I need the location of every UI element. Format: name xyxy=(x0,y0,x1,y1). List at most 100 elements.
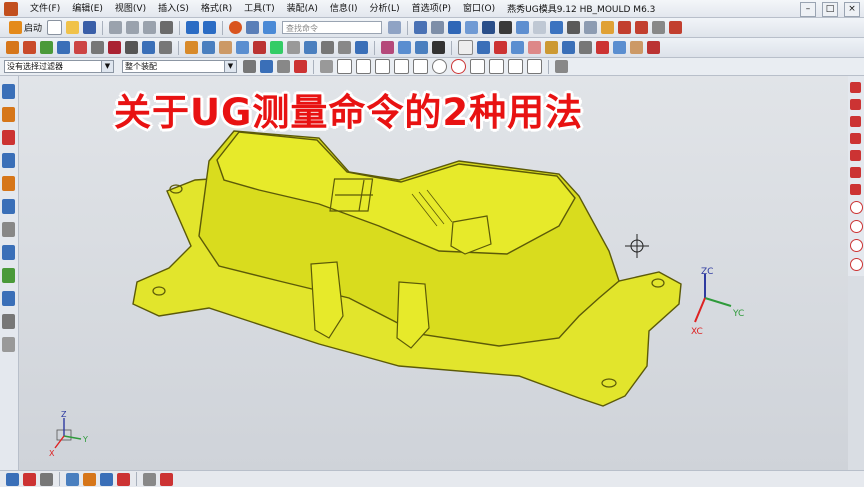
edge-display-icon[interactable] xyxy=(584,21,598,34)
menu-insert[interactable]: 插入(S) xyxy=(152,0,195,18)
snap-icon[interactable] xyxy=(243,60,256,73)
polyline-icon[interactable] xyxy=(850,99,861,110)
menu-window[interactable]: 窗口(O) xyxy=(457,0,501,18)
midpoint-snap-icon[interactable] xyxy=(375,59,390,74)
profile-icon[interactable] xyxy=(850,116,861,127)
menu-information[interactable]: 信息(I) xyxy=(324,0,364,18)
extract-icon[interactable] xyxy=(415,41,428,54)
trim-icon[interactable] xyxy=(304,41,317,54)
view-fit-icon[interactable] xyxy=(414,21,428,34)
command-finder-icon[interactable] xyxy=(246,21,260,34)
part-navigator-icon[interactable] xyxy=(2,153,15,168)
status-icon-9[interactable] xyxy=(160,472,173,486)
filter-settings-icon[interactable] xyxy=(555,60,568,73)
deselect-icon[interactable] xyxy=(277,60,290,73)
box-icon[interactable] xyxy=(477,41,490,54)
blank-sheet-icon[interactable] xyxy=(458,40,473,55)
system-scenes-icon[interactable] xyxy=(2,337,15,352)
assembly-navigator-icon[interactable] xyxy=(2,107,15,122)
grid-snap-icon[interactable] xyxy=(337,59,352,74)
quadrant-snap-icon[interactable] xyxy=(451,59,466,74)
menu-file[interactable]: 文件(F) xyxy=(24,0,66,18)
start-button[interactable]: 启动 xyxy=(4,20,45,36)
layer-icon[interactable] xyxy=(533,21,547,34)
arc-icon[interactable] xyxy=(850,133,861,144)
copy-icon[interactable] xyxy=(126,21,140,34)
menu-tools[interactable]: 工具(T) xyxy=(238,0,281,18)
status-icon-8[interactable] xyxy=(143,472,156,486)
revolve-icon[interactable] xyxy=(528,41,541,54)
arc-tool-icon[interactable] xyxy=(635,21,649,34)
point-icon[interactable] xyxy=(850,258,863,271)
point-on-curve-snap-icon[interactable] xyxy=(470,59,485,74)
point-on-face-snap-icon[interactable] xyxy=(489,59,504,74)
workpiece-icon[interactable] xyxy=(74,41,87,54)
close-icon[interactable]: × xyxy=(844,2,860,17)
family-mold-icon[interactable] xyxy=(108,41,121,54)
control-point-snap-icon[interactable] xyxy=(394,59,409,74)
repeat-command-icon[interactable] xyxy=(229,21,243,34)
chevron-down-icon[interactable]: ▼ xyxy=(224,61,236,72)
maximize-icon[interactable]: □ xyxy=(822,2,838,17)
cooling-icon[interactable] xyxy=(270,41,283,54)
view-pan-icon[interactable] xyxy=(465,21,479,34)
show-hide-icon[interactable] xyxy=(432,41,445,54)
section-view-icon[interactable] xyxy=(550,21,564,34)
status-icon-3[interactable] xyxy=(40,472,53,486)
slider-icon[interactable] xyxy=(202,41,215,54)
status-icon-4[interactable] xyxy=(66,472,79,486)
menu-format[interactable]: 格式(R) xyxy=(195,0,238,18)
curve-tool-icon[interactable] xyxy=(652,21,666,34)
new-file-icon[interactable] xyxy=(47,20,63,35)
constraint-navigator-icon[interactable] xyxy=(2,130,15,145)
line-icon[interactable] xyxy=(850,82,861,93)
rectangle-icon[interactable] xyxy=(850,167,861,178)
system-materials-icon[interactable] xyxy=(2,268,15,283)
drawing-icon[interactable] xyxy=(355,41,368,54)
ellipse-icon[interactable] xyxy=(850,220,863,233)
open-folder-icon[interactable] xyxy=(66,21,80,34)
status-icon-6[interactable] xyxy=(100,472,113,486)
lasso-icon[interactable] xyxy=(294,60,307,73)
menu-edit[interactable]: 编辑(E) xyxy=(66,0,109,18)
pocket-icon[interactable] xyxy=(321,41,334,54)
view-rotate-icon[interactable] xyxy=(448,21,462,34)
search-icon[interactable] xyxy=(388,21,402,34)
project-init-icon[interactable] xyxy=(23,41,36,54)
paste-icon[interactable] xyxy=(143,21,157,34)
menu-analysis[interactable]: 分析(L) xyxy=(364,0,406,18)
selection-tool-icon[interactable] xyxy=(567,21,581,34)
layout-icon[interactable] xyxy=(91,41,104,54)
hole-icon[interactable] xyxy=(545,41,558,54)
status-icon-1[interactable] xyxy=(6,472,19,486)
chamfer-icon[interactable] xyxy=(579,41,592,54)
undo-icon[interactable] xyxy=(186,21,200,34)
gate-icon[interactable] xyxy=(236,41,249,54)
camera-icon[interactable] xyxy=(516,21,530,34)
parting-icon[interactable] xyxy=(125,41,138,54)
status-icon-2[interactable] xyxy=(23,472,36,486)
trim-curve-icon[interactable] xyxy=(850,184,861,195)
cloud-icon[interactable] xyxy=(669,21,683,34)
ejector-icon[interactable] xyxy=(185,41,198,54)
selection-filter-dropdown[interactable]: 没有选择过滤器 ▼ xyxy=(4,60,114,73)
command-search-input[interactable]: 查找命令 xyxy=(282,21,383,34)
wcs-icon[interactable] xyxy=(618,21,632,34)
settings-gear-icon[interactable] xyxy=(2,84,15,99)
status-icon-5[interactable] xyxy=(83,472,96,486)
fillet-icon[interactable] xyxy=(850,150,861,161)
copy-body-icon[interactable] xyxy=(398,41,411,54)
orient-view-icon[interactable] xyxy=(499,21,513,34)
endpoint-snap-icon[interactable] xyxy=(356,59,371,74)
menu-assembly[interactable]: 装配(A) xyxy=(281,0,324,18)
runner-icon[interactable] xyxy=(253,41,266,54)
reuse-library-icon[interactable] xyxy=(2,176,15,191)
arc-center-snap-icon[interactable] xyxy=(432,59,447,74)
hd3d-tools-icon[interactable] xyxy=(2,199,15,214)
mold-wizard-icon[interactable] xyxy=(6,41,19,54)
standard-part-icon[interactable] xyxy=(159,41,172,54)
offset-icon[interactable] xyxy=(630,41,643,54)
subtract-icon[interactable] xyxy=(596,41,609,54)
history-icon[interactable] xyxy=(2,245,15,260)
cylinder-icon[interactable] xyxy=(494,41,507,54)
